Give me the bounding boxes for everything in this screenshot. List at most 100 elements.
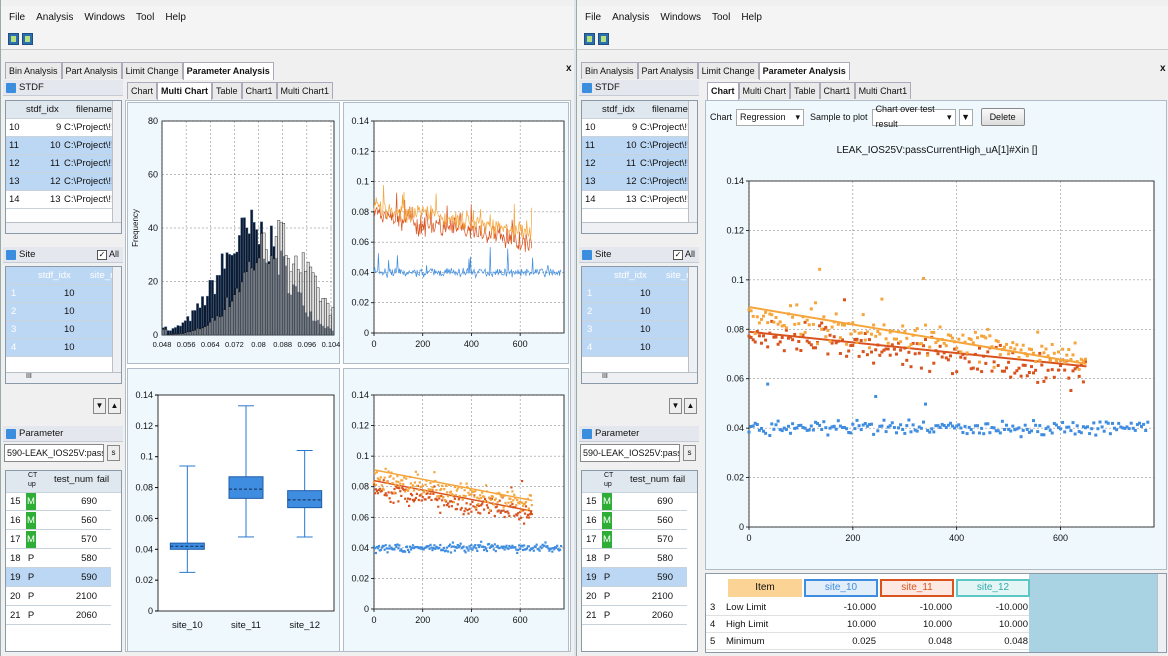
table-row[interactable]: 4 10 bbox=[6, 339, 121, 357]
table-row[interactable]: 16 M 560 bbox=[582, 511, 687, 530]
parameter-select-button[interactable]: s bbox=[683, 445, 696, 461]
parameter-select-button[interactable]: s bbox=[107, 445, 120, 461]
move-up-button[interactable]: ▲ bbox=[108, 398, 121, 414]
site-vscrollbar[interactable] bbox=[688, 267, 697, 383]
col-filename[interactable]: filename bbox=[652, 101, 688, 119]
table-row[interactable]: 21 P 2060 bbox=[582, 606, 687, 625]
col-stdf-idx[interactable]: stdf_idx bbox=[38, 267, 71, 285]
table-row[interactable]: 109C:\Project\!!! In-h bbox=[582, 119, 697, 137]
menu-windows[interactable]: Windows bbox=[84, 12, 125, 23]
menu-analysis[interactable]: Analysis bbox=[612, 12, 649, 23]
table-row[interactable]: 17 M 570 bbox=[6, 530, 111, 549]
col-site-12[interactable]: site_12 bbox=[956, 579, 1030, 597]
site-all-checkbox[interactable]: ✓ All bbox=[673, 249, 695, 260]
move-down-button[interactable]: ▼ bbox=[669, 398, 682, 414]
dropdown-arrow-button[interactable]: ▼ bbox=[958, 108, 973, 126]
site-all-checkbox[interactable]: ✓ All bbox=[97, 249, 119, 260]
tab-multi-chart1[interactable]: Multi Chart1 bbox=[854, 82, 912, 99]
tab-chart1[interactable]: Chart1 bbox=[241, 82, 277, 99]
open-file-icon[interactable] bbox=[8, 33, 19, 45]
table-row[interactable]: 4 High Limit 10.000 10.000 10.000 bbox=[706, 616, 1029, 633]
table-row[interactable]: 18 P 580 bbox=[582, 549, 687, 568]
col-stdf-idx[interactable]: stdf_idx bbox=[602, 101, 635, 119]
table-row[interactable]: 19 P 590 bbox=[582, 568, 687, 587]
tab-limit-change[interactable]: Limit Change bbox=[697, 62, 759, 79]
parameter-field[interactable]: 590-LEAK_IOS25V:passCurrentl bbox=[4, 444, 104, 462]
table-row[interactable]: 17 M 570 bbox=[582, 530, 687, 549]
export-icon[interactable] bbox=[598, 33, 609, 45]
col-fail[interactable]: fail bbox=[97, 471, 109, 489]
tab-part-analysis[interactable]: Part Analysis bbox=[61, 62, 122, 79]
table-row[interactable]: 16 M 560 bbox=[6, 511, 111, 530]
table-row[interactable]: 1413C:\Project\!!! In-h bbox=[582, 191, 697, 209]
tab-table[interactable]: Table bbox=[790, 82, 820, 99]
site-vscrollbar[interactable] bbox=[112, 267, 121, 383]
tab-limit-change[interactable]: Limit Change bbox=[121, 62, 183, 79]
col-stdf-idx[interactable]: stdf_idx bbox=[614, 267, 647, 285]
col-fail[interactable]: fail bbox=[673, 471, 685, 489]
table-row[interactable]: 1413C:\Project\!!! In-h bbox=[6, 191, 121, 209]
menu-analysis[interactable]: Analysis bbox=[36, 12, 73, 23]
parameter-field[interactable]: 590-LEAK_IOS25V:passCurrentl bbox=[580, 444, 680, 462]
table-row[interactable]: 1110C:\Project\!!! In-h bbox=[6, 137, 121, 155]
table-row[interactable]: 3 Low Limit -10.000 -10.000 -10.000 bbox=[706, 599, 1029, 616]
tab-table[interactable]: Table bbox=[212, 82, 242, 99]
menu-file[interactable]: File bbox=[585, 12, 601, 23]
menu-help[interactable]: Help bbox=[741, 12, 762, 23]
table-row[interactable]: 19 P 590 bbox=[6, 568, 111, 587]
delete-button[interactable]: Delete bbox=[980, 108, 1025, 126]
tab-parameter-analysis[interactable]: Parameter Analysis bbox=[758, 62, 850, 80]
table-row[interactable]: 20 P 2100 bbox=[6, 587, 111, 606]
sample-select[interactable]: Chart over test result ▾ bbox=[871, 104, 956, 129]
table-row[interactable]: 1211C:\Project\!!! In-h bbox=[6, 155, 121, 173]
menu-tool[interactable]: Tool bbox=[712, 12, 730, 23]
tab-bin-analysis[interactable]: Bin Analysis bbox=[581, 62, 638, 79]
col-test-num[interactable]: test_num bbox=[54, 471, 93, 489]
table-row[interactable]: 1 10 bbox=[6, 285, 121, 303]
tab-chart1[interactable]: Chart1 bbox=[819, 82, 855, 99]
close-tab-icon[interactable]: x bbox=[566, 63, 572, 74]
menu-windows[interactable]: Windows bbox=[660, 12, 701, 23]
stats-vscrollbar[interactable] bbox=[1157, 574, 1166, 652]
table-row[interactable]: 109C:\Project\!!! In-h bbox=[6, 119, 121, 137]
menu-file[interactable]: File bbox=[9, 12, 25, 23]
tab-chart[interactable]: Chart bbox=[707, 82, 739, 100]
table-row[interactable]: 15 M 690 bbox=[582, 492, 687, 511]
col-test-num[interactable]: test_num bbox=[630, 471, 669, 489]
site-hscrollbar[interactable]: III bbox=[6, 372, 121, 383]
col-ct[interactable]: CT up bbox=[28, 471, 40, 489]
table-row[interactable]: 1211C:\Project\!!! In-h bbox=[582, 155, 697, 173]
col-item[interactable]: Item bbox=[728, 579, 802, 597]
tab-bin-analysis[interactable]: Bin Analysis bbox=[5, 62, 62, 79]
table-row[interactable]: 3 10 bbox=[6, 321, 121, 339]
stdf-hscrollbar[interactable] bbox=[6, 222, 121, 233]
tab-multi-chart[interactable]: Multi Chart bbox=[157, 82, 213, 100]
table-row[interactable]: 20 P 2100 bbox=[582, 587, 687, 606]
stdf-hscrollbar[interactable] bbox=[582, 222, 697, 233]
table-row[interactable]: 2 10 bbox=[582, 303, 697, 321]
stdf-vscrollbar[interactable] bbox=[112, 101, 121, 233]
col-stdf-idx[interactable]: stdf_idx bbox=[26, 101, 59, 119]
tab-chart[interactable]: Chart bbox=[127, 82, 158, 99]
tab-parameter-analysis[interactable]: Parameter Analysis bbox=[182, 62, 274, 80]
table-row[interactable]: 1 10 bbox=[582, 285, 697, 303]
table-row[interactable]: 3 10 bbox=[582, 321, 697, 339]
table-row[interactable]: 21 P 2060 bbox=[6, 606, 111, 625]
table-row[interactable]: 15 M 690 bbox=[6, 492, 111, 511]
table-row[interactable]: 2 10 bbox=[6, 303, 121, 321]
table-row[interactable]: 4 10 bbox=[582, 339, 697, 357]
export-icon[interactable] bbox=[22, 33, 33, 45]
stdf-vscrollbar[interactable] bbox=[688, 101, 697, 233]
col-filename[interactable]: filename bbox=[76, 101, 112, 119]
move-down-button[interactable]: ▼ bbox=[93, 398, 106, 414]
open-file-icon[interactable] bbox=[584, 33, 595, 45]
tab-multi-chart1[interactable]: Multi Chart1 bbox=[276, 82, 334, 99]
site-hscrollbar[interactable]: III bbox=[582, 372, 697, 383]
close-tab-icon[interactable]: x bbox=[1160, 63, 1166, 74]
table-row[interactable]: 1312C:\Project\!!! In-h bbox=[582, 173, 697, 191]
menu-help[interactable]: Help bbox=[165, 12, 186, 23]
table-row[interactable]: 1312C:\Project\!!! In-h bbox=[6, 173, 121, 191]
tab-multi-chart[interactable]: Multi Chart bbox=[738, 82, 791, 99]
col-ct[interactable]: CT up bbox=[604, 471, 616, 489]
col-site-10[interactable]: site_10 bbox=[804, 579, 878, 597]
